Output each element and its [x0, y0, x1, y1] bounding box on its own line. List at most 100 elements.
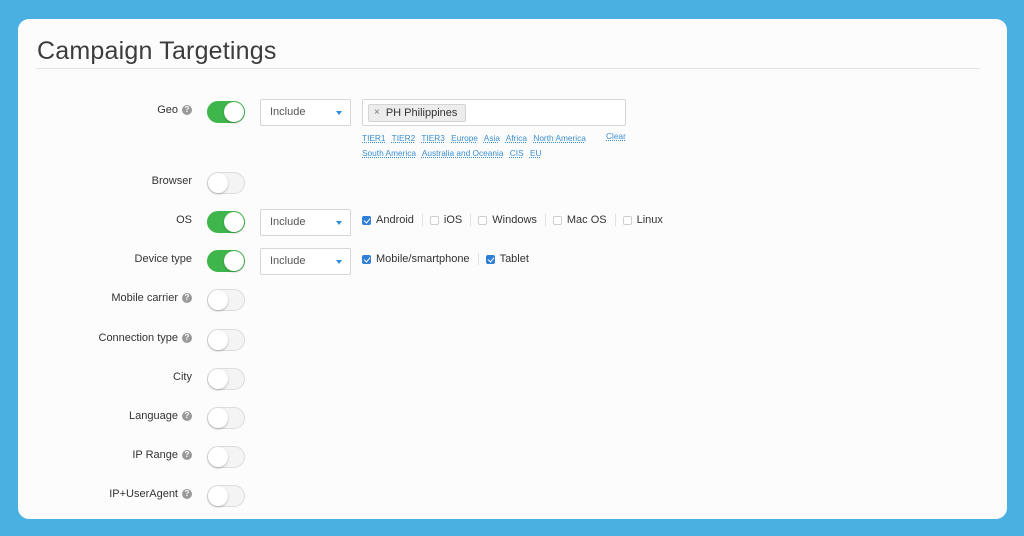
- connection-type-toggle[interactable]: [207, 329, 245, 351]
- toggle-knob: [208, 486, 228, 506]
- tag-remove-icon[interactable]: ×: [374, 107, 380, 121]
- chevron-down-icon: [336, 111, 342, 115]
- device-option-label: Mobile/smartphone: [376, 253, 470, 265]
- city-label: City: [173, 371, 192, 383]
- os-option-ios[interactable]: iOS: [429, 214, 472, 226]
- os-toggle[interactable]: [207, 211, 245, 233]
- checkbox[interactable]: [552, 215, 562, 225]
- toggle-knob: [224, 212, 244, 232]
- toggle-knob: [224, 102, 244, 122]
- os-option-label: Linux: [636, 214, 663, 226]
- quick-link-south-america[interactable]: South America: [362, 148, 416, 158]
- toggle-knob: [224, 251, 244, 271]
- language-toggle[interactable]: [207, 407, 245, 429]
- geo-quick-links: TIER1 TIER2 TIER3 Europe Asia Africa Nor…: [362, 131, 632, 161]
- ip-useragent-label: IP+UserAgent: [109, 488, 178, 500]
- geo-include-select[interactable]: Include: [260, 99, 351, 126]
- row-os: OS Include Android iOS Windows Mac OS Li…: [18, 209, 1007, 236]
- city-label-wrap: City: [173, 371, 192, 383]
- row-language: Language ?: [18, 405, 1007, 431]
- city-toggle[interactable]: [207, 368, 245, 390]
- language-label-wrap: Language ?: [129, 410, 192, 422]
- browser-label-wrap: Browser: [152, 175, 192, 187]
- device-option-mobile[interactable]: Mobile/smartphone: [362, 253, 479, 265]
- browser-label: Browser: [151, 175, 192, 187]
- device-type-select-value: Include: [270, 255, 306, 267]
- quick-link-australia-oceania[interactable]: Australia and Oceania: [422, 148, 504, 158]
- checkbox[interactable]: [478, 215, 488, 225]
- connection-type-label: Connection type: [98, 332, 179, 344]
- browser-toggle[interactable]: [207, 172, 245, 194]
- checkbox[interactable]: [485, 254, 495, 264]
- help-icon[interactable]: ?: [182, 333, 192, 343]
- toggle-knob: [208, 330, 228, 350]
- toggle-knob: [208, 173, 228, 193]
- device-option-tablet[interactable]: Tablet: [485, 253, 537, 265]
- quick-link-north-america[interactable]: North America: [533, 133, 586, 143]
- ip-range-toggle[interactable]: [207, 446, 245, 468]
- toggle-knob: [208, 447, 228, 467]
- geo-country-input[interactable]: × PH Philippines: [362, 99, 626, 126]
- device-option-label: Tablet: [499, 253, 529, 265]
- device-type-toggle[interactable]: [207, 250, 245, 272]
- quick-link-eu[interactable]: EU: [530, 148, 542, 158]
- ip-range-label: IP Range: [132, 449, 178, 461]
- os-option-label: Windows: [492, 214, 537, 226]
- help-icon[interactable]: ?: [182, 450, 192, 460]
- row-ip-useragent: IP+UserAgent ?: [18, 483, 1007, 509]
- ip-useragent-toggle[interactable]: [207, 485, 245, 507]
- os-option-linux[interactable]: Linux: [622, 214, 671, 226]
- geo-tag-label: PH Philippines: [385, 107, 458, 119]
- page-title: Campaign Targetings: [37, 37, 277, 65]
- row-device-type: Device type Include Mobile/smartphone Ta…: [18, 248, 1007, 275]
- quick-link-tier2[interactable]: TIER2: [392, 133, 416, 143]
- device-type-label: Device type: [134, 253, 192, 265]
- quick-link-tier1[interactable]: TIER1: [362, 133, 386, 143]
- toggle-knob: [208, 408, 228, 428]
- geo-tag: × PH Philippines: [368, 104, 467, 122]
- mobile-carrier-toggle[interactable]: [207, 289, 245, 311]
- os-include-select[interactable]: Include: [260, 209, 351, 236]
- os-label: OS: [176, 214, 192, 226]
- row-connection-type: Connection type ?: [18, 327, 1007, 353]
- geo-label-wrap: Geo ?: [157, 104, 192, 116]
- toggle-knob: [208, 369, 228, 389]
- checkbox[interactable]: [362, 254, 371, 264]
- geo-clear-link[interactable]: Clear: [606, 131, 626, 141]
- os-options: Android iOS Windows Mac OS Linux: [362, 214, 678, 226]
- chevron-down-icon: [336, 221, 342, 225]
- quick-link-tier3[interactable]: TIER3: [421, 133, 445, 143]
- quick-link-africa[interactable]: Africa: [506, 133, 527, 143]
- row-city: City: [18, 366, 1007, 392]
- geo-toggle[interactable]: [207, 101, 245, 123]
- os-option-label: Android: [376, 214, 414, 226]
- ip-useragent-label-wrap: IP+UserAgent ?: [109, 488, 192, 500]
- quick-link-europe[interactable]: Europe: [451, 133, 478, 143]
- os-option-android[interactable]: Android: [362, 214, 423, 226]
- os-option-macos[interactable]: Mac OS: [552, 214, 616, 226]
- ip-range-label-wrap: IP Range ?: [132, 449, 192, 461]
- checkbox[interactable]: [429, 215, 439, 225]
- help-icon[interactable]: ?: [182, 293, 192, 303]
- help-icon[interactable]: ?: [182, 411, 192, 421]
- row-ip-range: IP Range ?: [18, 444, 1007, 470]
- os-select-value: Include: [270, 216, 306, 228]
- checkbox[interactable]: [622, 215, 632, 225]
- help-icon[interactable]: ?: [182, 489, 192, 499]
- geo-select-value: Include: [270, 106, 306, 118]
- quick-link-cis[interactable]: CIS: [510, 148, 524, 158]
- os-option-windows[interactable]: Windows: [478, 214, 546, 226]
- title-divider: [36, 68, 980, 69]
- geo-label: Geo: [157, 104, 178, 116]
- row-mobile-carrier: Mobile carrier ?: [18, 287, 1007, 313]
- connection-type-label-wrap: Connection type ?: [98, 332, 192, 344]
- language-label: Language: [129, 410, 178, 422]
- device-type-include-select[interactable]: Include: [260, 248, 351, 275]
- device-type-options: Mobile/smartphone Tablet: [362, 253, 544, 265]
- checkbox[interactable]: [362, 215, 371, 225]
- toggle-knob: [208, 290, 228, 310]
- quick-link-asia[interactable]: Asia: [484, 133, 500, 143]
- os-label-wrap: OS: [176, 214, 192, 226]
- chevron-down-icon: [336, 260, 342, 264]
- help-icon[interactable]: ?: [182, 105, 192, 115]
